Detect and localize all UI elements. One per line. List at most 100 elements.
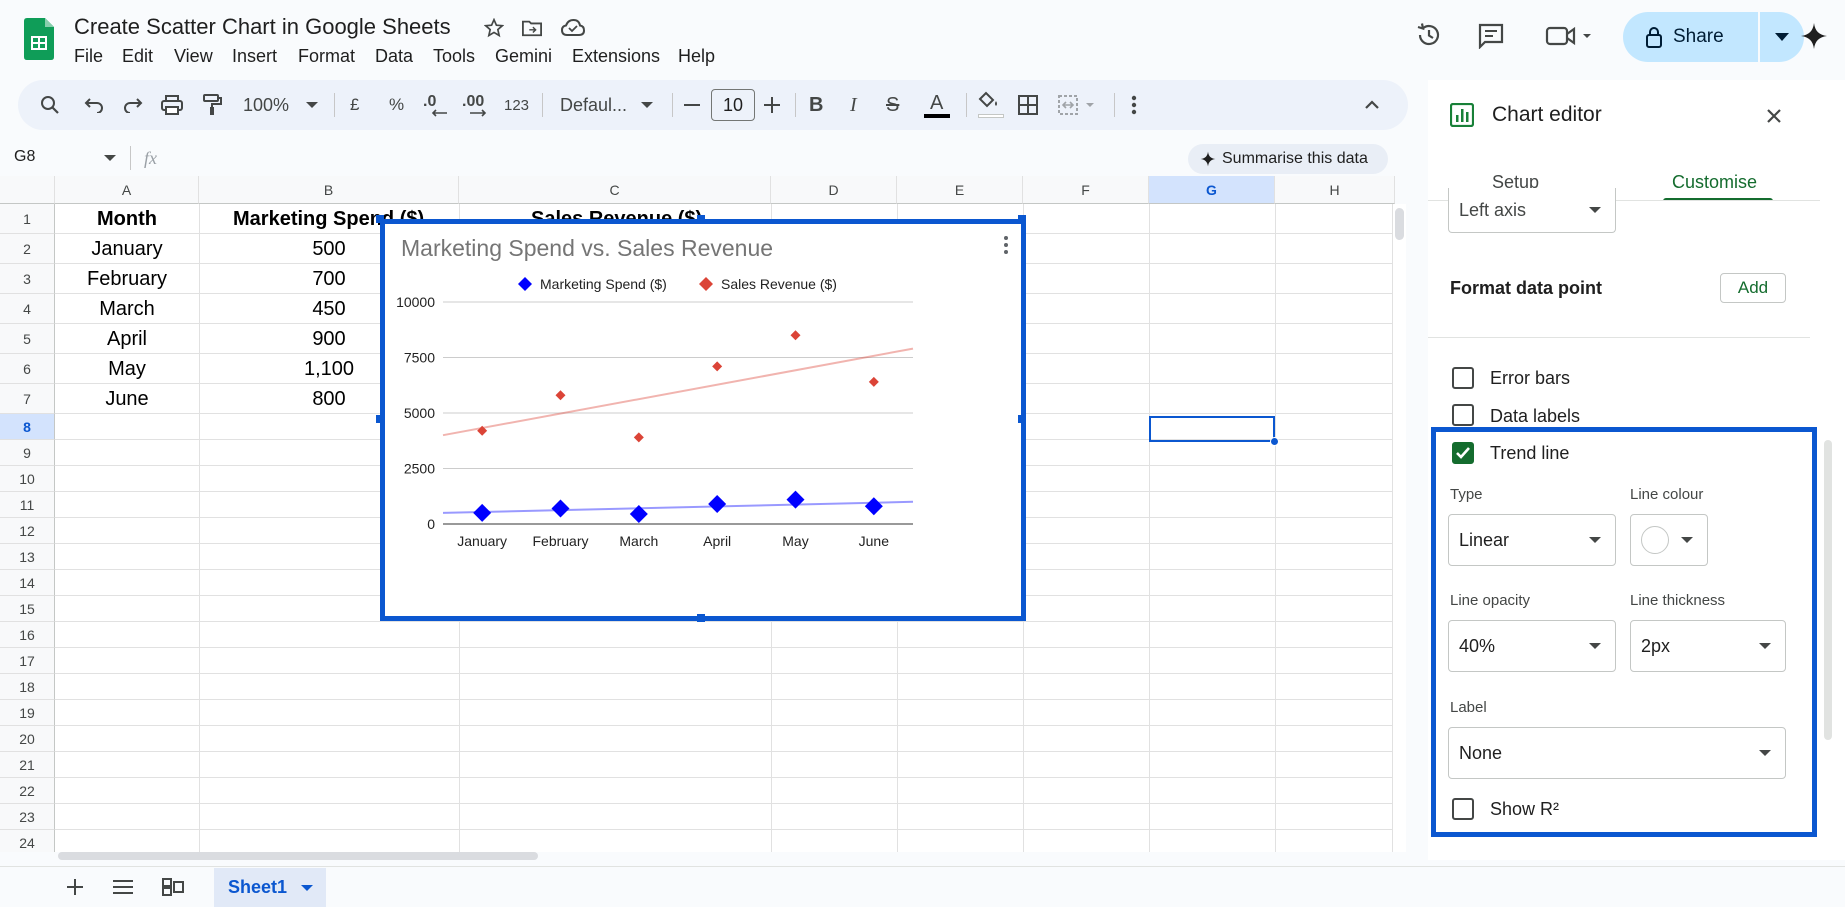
version-history-icon[interactable]	[1414, 20, 1444, 50]
explore-icon[interactable]	[161, 876, 185, 898]
more-formats-button[interactable]: 123	[504, 97, 529, 114]
tab-customise[interactable]: Customise	[1672, 172, 1757, 193]
document-title[interactable]: Create Scatter Chart in Google Sheets	[74, 14, 451, 40]
row-header-2[interactable]: 2	[0, 234, 55, 264]
corner-select-all[interactable]	[0, 176, 55, 204]
column-header-e[interactable]: E	[897, 176, 1023, 204]
chart-menu-icon[interactable]	[1003, 235, 1011, 257]
row-header-24[interactable]: 24	[0, 830, 55, 852]
row-header-15[interactable]: 15	[0, 596, 55, 622]
row-header-12[interactable]: 12	[0, 518, 55, 544]
decrease-decimal-button[interactable]: .0	[423, 93, 449, 119]
add-data-point-button[interactable]: Add	[1720, 273, 1786, 303]
cell-a7[interactable]: June	[55, 384, 199, 414]
share-button[interactable]: Share	[1623, 12, 1758, 62]
chart-resize-handle[interactable]	[1018, 215, 1026, 223]
move-folder-icon[interactable]	[520, 16, 544, 40]
row-header-22[interactable]: 22	[0, 778, 55, 804]
menu-edit[interactable]: Edit	[122, 46, 153, 67]
row-header-17[interactable]: 17	[0, 648, 55, 674]
all-sheets-icon[interactable]	[112, 876, 134, 898]
text-colour-button[interactable]: A	[922, 90, 952, 120]
column-header-a[interactable]: A	[55, 176, 199, 204]
decrease-font-size-icon[interactable]	[682, 93, 702, 117]
row-header-3[interactable]: 3	[0, 264, 55, 294]
menu-help[interactable]: Help	[678, 46, 715, 67]
sheet-tab-sheet1[interactable]: Sheet1	[214, 868, 326, 907]
vertical-scrollbar-track[interactable]	[1392, 204, 1406, 852]
trend-type-select[interactable]: Linear	[1448, 514, 1616, 566]
row-header-18[interactable]: 18	[0, 674, 55, 700]
search-menus-icon[interactable]	[38, 93, 62, 117]
font-caret-icon[interactable]	[641, 102, 653, 108]
menu-extensions[interactable]: Extensions	[572, 46, 660, 67]
row-header-10[interactable]: 10	[0, 466, 55, 492]
horizontal-scrollbar-thumb[interactable]	[58, 852, 538, 860]
row-header-16[interactable]: 16	[0, 622, 55, 648]
row-header-21[interactable]: 21	[0, 752, 55, 778]
fill-handle[interactable]	[1270, 437, 1279, 446]
column-header-c[interactable]: C	[459, 176, 771, 204]
row-header-9[interactable]: 9	[0, 440, 55, 466]
row-header-23[interactable]: 23	[0, 804, 55, 830]
menu-data[interactable]: Data	[375, 46, 413, 67]
menu-view[interactable]: View	[174, 46, 213, 67]
close-icon[interactable]	[1762, 104, 1786, 128]
collapse-toolbar-icon[interactable]	[1360, 93, 1384, 117]
redo-icon[interactable]	[121, 93, 145, 117]
column-header-f[interactable]: F	[1023, 176, 1149, 204]
font-size-input[interactable]: 10	[711, 89, 755, 121]
strikethrough-button[interactable]: S	[886, 94, 899, 117]
column-header-b[interactable]: B	[199, 176, 459, 204]
fill-colour-icon[interactable]	[976, 90, 1006, 120]
font-family-select[interactable]: Defaul...	[560, 95, 627, 116]
trend-line-checkbox[interactable]	[1452, 442, 1474, 464]
more-options-icon[interactable]	[1122, 93, 1146, 117]
axis-select[interactable]: Left axis	[1448, 188, 1616, 233]
show-r2-checkbox[interactable]	[1452, 798, 1474, 820]
name-box-caret-icon[interactable]	[104, 155, 116, 161]
chart-resize-handle[interactable]	[1018, 415, 1026, 423]
row-header-11[interactable]: 11	[0, 492, 55, 518]
chart-resize-handle[interactable]	[376, 215, 384, 223]
add-sheet-icon[interactable]	[64, 876, 86, 898]
row-header-6[interactable]: 6	[0, 354, 55, 384]
merge-cells-icon[interactable]	[1056, 93, 1102, 117]
star-icon[interactable]	[482, 16, 506, 40]
menu-file[interactable]: File	[74, 46, 103, 67]
print-icon[interactable]	[160, 93, 184, 117]
menu-tools[interactable]: Tools	[433, 46, 475, 67]
comments-icon[interactable]	[1476, 22, 1506, 50]
cell-a3[interactable]: February	[55, 264, 199, 294]
row-header-13[interactable]: 13	[0, 544, 55, 570]
increase-font-size-icon[interactable]	[762, 93, 782, 117]
column-header-d[interactable]: D	[771, 176, 897, 204]
bold-button[interactable]: B	[809, 94, 823, 117]
row-header-20[interactable]: 20	[0, 726, 55, 752]
selected-cell-g8[interactable]	[1149, 416, 1275, 442]
chart-resize-handle[interactable]	[697, 614, 705, 622]
row-header-7[interactable]: 7	[0, 384, 55, 414]
italic-button[interactable]: I	[850, 94, 857, 117]
cell-a4[interactable]: March	[55, 294, 199, 324]
column-header-g[interactable]: G	[1149, 176, 1275, 204]
row-header-8[interactable]: 8	[0, 414, 55, 440]
row-header-19[interactable]: 19	[0, 700, 55, 726]
panel-scrollbar-thumb[interactable]	[1824, 440, 1832, 740]
data-labels-checkbox[interactable]	[1452, 404, 1474, 426]
undo-icon[interactable]	[82, 93, 106, 117]
cell-a1[interactable]: Month	[55, 204, 199, 234]
cell-a6[interactable]: May	[55, 354, 199, 384]
row-header-1[interactable]: 1	[0, 204, 55, 234]
line-opacity-select[interactable]: 40%	[1448, 620, 1616, 672]
name-box[interactable]: G8	[14, 148, 35, 166]
zoom-caret-icon[interactable]	[306, 102, 318, 108]
format-percent-button[interactable]: %	[389, 95, 404, 115]
error-bars-checkbox[interactable]	[1452, 367, 1474, 389]
row-header-5[interactable]: 5	[0, 324, 55, 354]
chart-resize-handle[interactable]	[697, 215, 705, 223]
column-header-h[interactable]: H	[1275, 176, 1395, 204]
menu-insert[interactable]: Insert	[232, 46, 277, 67]
cell-a2[interactable]: January	[55, 234, 199, 264]
chart-resize-handle[interactable]	[376, 415, 384, 423]
